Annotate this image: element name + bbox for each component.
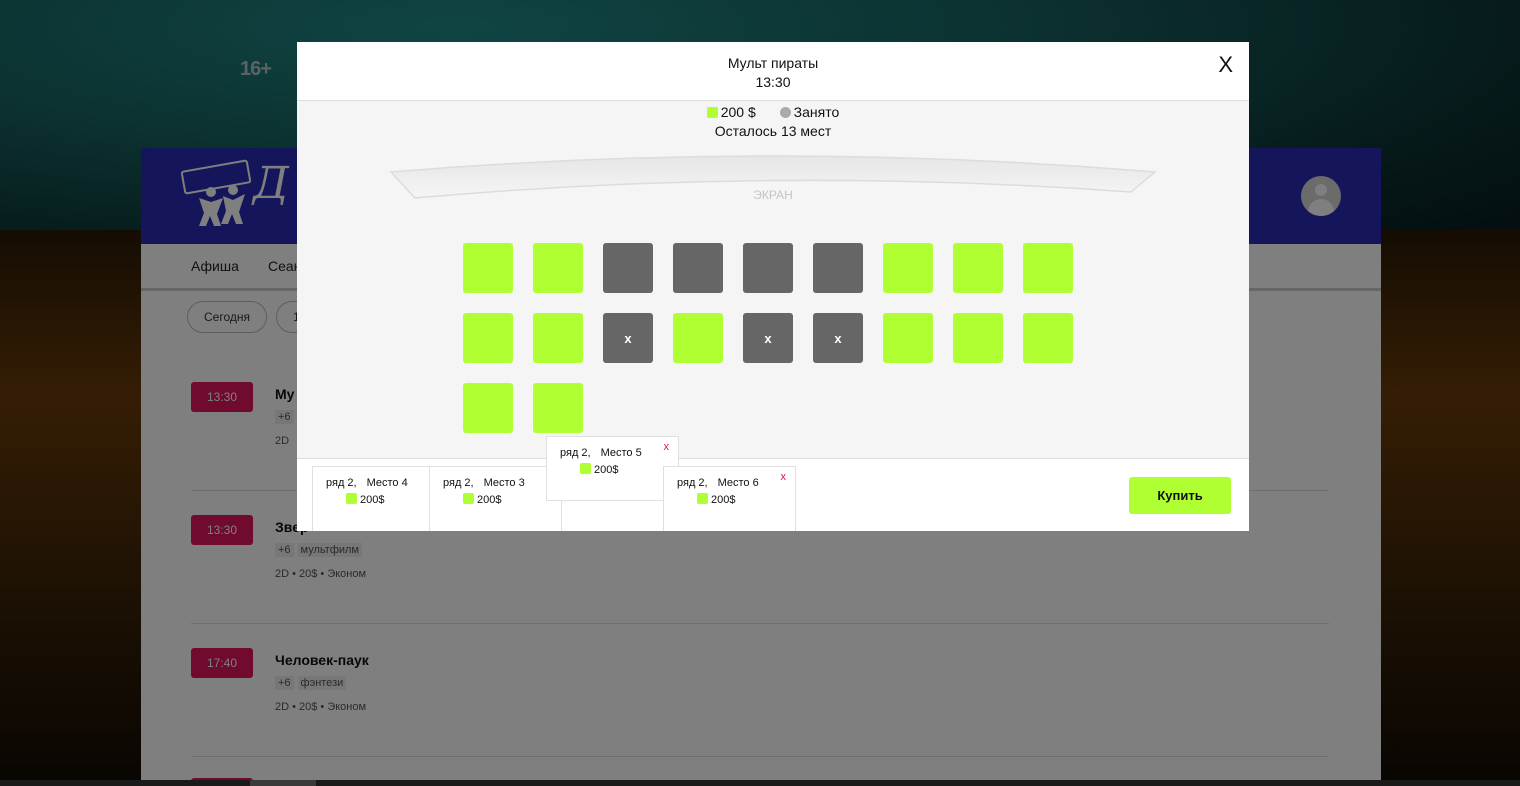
seat-free[interactable] <box>463 383 513 433</box>
seat-taken[interactable] <box>673 243 723 293</box>
selected-ticket[interactable]: ряд 2, Место 5 200$ x <box>546 436 679 501</box>
seat-free[interactable] <box>1023 243 1073 293</box>
ticket-row: ряд 2, <box>560 447 591 459</box>
ticket-price: 200$ <box>463 493 501 506</box>
remove-ticket-button[interactable]: x <box>781 471 787 483</box>
seat-free[interactable] <box>533 383 583 433</box>
seats-remaining: Осталось 13 мест <box>714 123 832 139</box>
cinema-screen <box>389 155 1157 199</box>
ticket-price: 200$ <box>580 463 618 476</box>
price-swatch-icon <box>463 493 474 504</box>
seat-free[interactable] <box>673 313 723 363</box>
seat-taken[interactable] <box>603 243 653 293</box>
ticket-row: ряд 2, <box>326 477 357 489</box>
seat-free[interactable] <box>953 243 1003 293</box>
ticket-seat: Место 4 <box>366 477 408 489</box>
seat-selection-modal: Мульт пираты 13:30 X 200 $ Занято Остало… <box>297 42 1249 531</box>
selected-ticket[interactable]: ряд 2, Место 6 200$ x <box>663 466 796 531</box>
ticket-row: ряд 2, <box>443 477 474 489</box>
scrollbar-thumb[interactable] <box>250 780 316 786</box>
ticket-price: 200$ <box>697 493 735 506</box>
price-swatch-icon <box>697 493 708 504</box>
seat-free[interactable] <box>953 313 1003 363</box>
price-swatch-icon <box>580 463 591 474</box>
buy-button[interactable]: Купить <box>1129 477 1231 514</box>
horizontal-scrollbar[interactable] <box>0 780 1520 786</box>
selected-ticket[interactable]: ряд 2, Место 3 200$ <box>429 466 562 531</box>
ticket-price-value: 200$ <box>594 464 619 476</box>
taken-dot-icon <box>779 107 791 118</box>
seat-free[interactable] <box>463 243 513 293</box>
modal-header: Мульт пираты 13:30 X <box>297 42 1249 101</box>
ticket-line: ряд 2, Место 3 <box>443 477 525 489</box>
seat-free[interactable] <box>883 313 933 363</box>
ticket-row: ряд 2, <box>677 477 708 489</box>
seat-taken[interactable] <box>743 243 793 293</box>
ticket-line: ряд 2, Место 6 <box>677 477 759 489</box>
legend-price: 200 $ <box>720 104 756 120</box>
ticket-seat: Место 3 <box>483 477 525 489</box>
ticket-line: ряд 2, Место 5 <box>560 447 642 459</box>
ticket-price: 200$ <box>346 493 384 506</box>
session-time: 13:30 <box>755 74 791 90</box>
seat-free[interactable] <box>463 313 513 363</box>
remove-ticket-button[interactable]: x <box>664 441 670 453</box>
selected-ticket[interactable]: ряд 2, Место 4 200$ <box>312 466 444 531</box>
seat-free[interactable] <box>883 243 933 293</box>
legend-taken: Занято <box>793 104 840 120</box>
ticket-price-value: 200$ <box>477 494 502 506</box>
seat-taken[interactable]: x <box>603 313 653 363</box>
ticket-seat: Место 6 <box>717 477 759 489</box>
seat-taken[interactable] <box>813 243 863 293</box>
ticket-price-value: 200$ <box>360 494 385 506</box>
close-button[interactable]: X <box>1218 52 1233 78</box>
seat-free[interactable] <box>1023 313 1073 363</box>
seat-free[interactable] <box>533 313 583 363</box>
seat-legend: 200 $ Занято <box>297 104 1249 120</box>
ticket-line: ряд 2, Место 4 <box>326 477 408 489</box>
seat-taken[interactable]: x <box>813 313 863 363</box>
price-swatch-icon <box>706 107 718 118</box>
price-swatch-icon <box>346 493 357 504</box>
seat-free[interactable] <box>533 243 583 293</box>
seat-taken[interactable]: x <box>743 313 793 363</box>
screen-label: ЭКРАН <box>753 188 793 202</box>
ticket-price-value: 200$ <box>711 494 736 506</box>
ticket-seat: Место 5 <box>600 447 642 459</box>
movie-title: Мульт пираты <box>727 55 819 71</box>
